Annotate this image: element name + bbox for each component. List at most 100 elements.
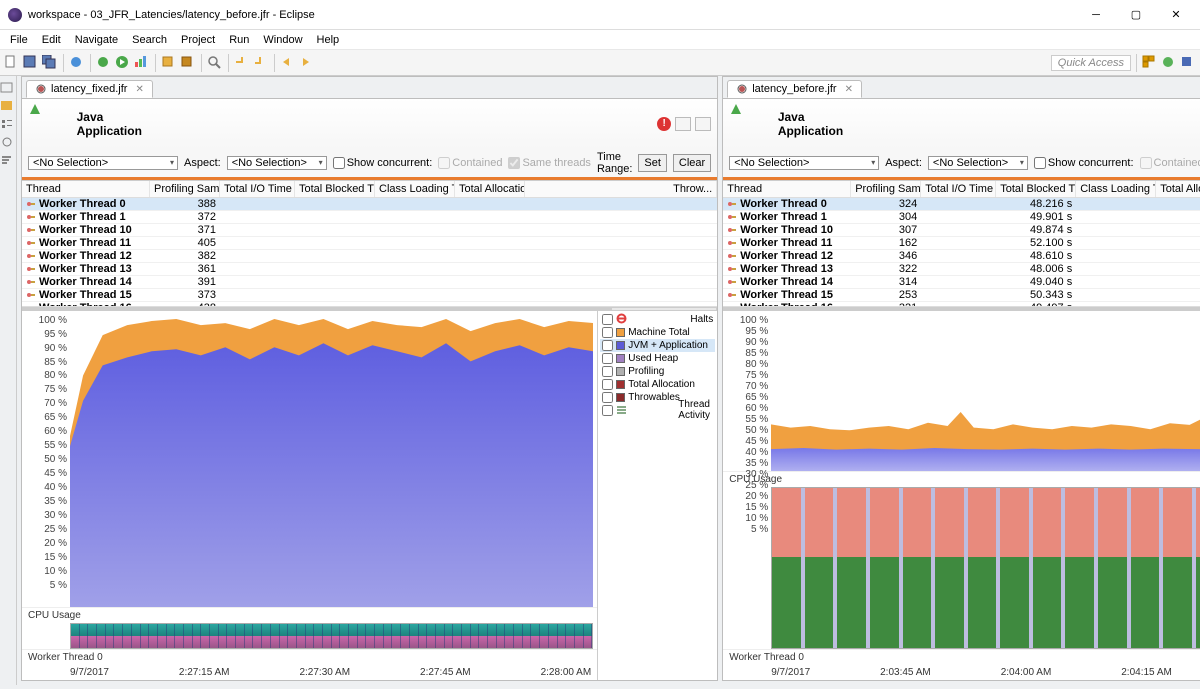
table-row[interactable]: Worker Thread 12382 [22, 250, 717, 263]
clear-button[interactable]: Clear [673, 154, 711, 172]
restore-icon[interactable] [0, 82, 16, 96]
table-row[interactable]: Worker Thread 0388 [22, 198, 717, 211]
col-thread[interactable]: Thread [723, 181, 851, 197]
table-row[interactable]: Worker Thread 1372 [22, 211, 717, 224]
debug-icon[interactable] [96, 55, 112, 71]
window-close-button[interactable]: ✕ [1156, 1, 1196, 29]
table-row[interactable]: Worker Thread 15373 [22, 289, 717, 302]
table-row[interactable]: Worker Thread 130449.901 s [723, 211, 1200, 224]
cpu-chart[interactable] [771, 311, 1200, 471]
profiling-cell: 361 [150, 263, 220, 275]
col-alloc[interactable]: Total Allocation [1156, 181, 1200, 197]
table-row[interactable]: Worker Thread 032448.216 s [723, 198, 1200, 211]
table-row[interactable]: Worker Thread 1632149.497 s [723, 302, 1200, 306]
legend-item[interactable]: JVM + Application [600, 339, 715, 352]
mission-control-perspective-icon[interactable] [1161, 55, 1177, 71]
back-icon[interactable] [280, 55, 296, 71]
thread-table: Thread Profiling Samples Total I/O Time … [22, 180, 717, 310]
table-row[interactable]: Worker Thread 1431449.040 s [723, 276, 1200, 289]
col-profiling[interactable]: Profiling Samples [150, 181, 220, 197]
col-throw[interactable]: Throw... [525, 181, 717, 197]
forward-icon[interactable] [299, 55, 315, 71]
legend-item[interactable]: Thread Activity [600, 404, 715, 417]
show-concurrent-checkbox[interactable]: Show concurrent: [333, 157, 433, 169]
show-concurrent-checkbox[interactable]: Show concurrent: [1034, 157, 1134, 169]
close-icon[interactable]: ✕ [135, 84, 143, 95]
thread-activity-strip[interactable] [771, 487, 1200, 649]
run-icon[interactable] [115, 55, 131, 71]
java-perspective-icon[interactable] [1180, 55, 1196, 71]
skip-breakpoints-icon[interactable] [69, 55, 85, 71]
menu-file[interactable]: File [4, 33, 34, 47]
save-icon[interactable] [23, 55, 39, 71]
same-threads-checkbox[interactable]: Same threads [508, 157, 590, 169]
search-icon[interactable] [207, 55, 223, 71]
cpu-chart[interactable] [70, 311, 597, 607]
table-row[interactable]: Worker Thread 1030749.874 s [723, 224, 1200, 237]
window-maximize-button[interactable]: ▢ [1116, 1, 1156, 29]
table-row[interactable]: Worker Thread 10371 [22, 224, 717, 237]
aspect-dropdown[interactable]: <No Selection> [928, 156, 1028, 170]
table-row[interactable]: Worker Thread 11405 [22, 237, 717, 250]
table-hscrollbar[interactable] [723, 306, 1200, 310]
legend-item[interactable]: Machine Total [600, 326, 715, 339]
col-classload[interactable]: Class Loading Time [375, 181, 455, 197]
col-io[interactable]: Total I/O Time [921, 181, 996, 197]
selection-dropdown[interactable]: <No Selection> [28, 156, 178, 170]
window-minimize-button[interactable]: ─ [1076, 1, 1116, 29]
col-alloc[interactable]: Total Allocation [455, 181, 525, 197]
contained-checkbox[interactable]: Contained [1140, 157, 1200, 169]
thread-icon [727, 264, 737, 274]
col-thread[interactable]: Thread [22, 181, 150, 197]
menu-run[interactable]: Run [223, 33, 255, 47]
table-row[interactable]: Worker Thread 13361 [22, 263, 717, 276]
tile-vertical-icon[interactable] [695, 117, 711, 131]
selection-dropdown[interactable]: <No Selection> [729, 156, 879, 170]
properties-view-icon[interactable] [0, 118, 16, 132]
table-row[interactable]: Worker Thread 1525350.343 s [723, 289, 1200, 302]
close-icon[interactable]: ✕ [845, 84, 853, 95]
coverage-icon[interactable] [134, 55, 150, 71]
menu-navigate[interactable]: Navigate [69, 33, 124, 47]
col-classload[interactable]: Class Loading Time [1076, 181, 1156, 197]
thread-activity-strip[interactable] [70, 623, 593, 649]
col-blocked[interactable]: Total Blocked Time [996, 181, 1076, 197]
tile-horizontal-icon[interactable] [675, 117, 691, 131]
legend-item[interactable]: Halts [600, 313, 715, 326]
col-profiling[interactable]: Profiling Samples [851, 181, 921, 197]
step-icon[interactable] [234, 55, 250, 71]
contained-checkbox[interactable]: Contained [438, 157, 502, 169]
legend-item[interactable]: Profiling [600, 365, 715, 378]
new-java-icon[interactable] [161, 55, 177, 71]
menu-help[interactable]: Help [311, 33, 346, 47]
set-button[interactable]: Set [638, 154, 667, 172]
legend-label: Total Allocation [628, 379, 695, 390]
stacktrace-view-icon[interactable] [0, 154, 16, 168]
error-badge-icon[interactable]: ! [657, 117, 671, 131]
outline-view-icon[interactable] [0, 100, 16, 114]
open-perspective-icon[interactable] [1142, 55, 1158, 71]
editor-tab-latency-fixed[interactable]: latency_fixed.jfr ✕ [26, 80, 153, 98]
col-io[interactable]: Total I/O Time [220, 181, 295, 197]
save-all-icon[interactable] [42, 55, 58, 71]
table-row[interactable]: Worker Thread 1332248.006 s [723, 263, 1200, 276]
table-row[interactable]: Worker Thread 14391 [22, 276, 717, 289]
menu-search[interactable]: Search [126, 33, 173, 47]
legend-item[interactable]: Total Allocation [600, 378, 715, 391]
menu-edit[interactable]: Edit [36, 33, 67, 47]
col-blocked[interactable]: Total Blocked Time [295, 181, 375, 197]
step-into-icon[interactable] [253, 55, 269, 71]
table-hscrollbar[interactable] [22, 306, 717, 310]
results-view-icon[interactable] [0, 136, 16, 150]
table-row[interactable]: Worker Thread 1234648.610 s [723, 250, 1200, 263]
aspect-dropdown[interactable]: <No Selection> [227, 156, 327, 170]
menu-project[interactable]: Project [175, 33, 221, 47]
menu-window[interactable]: Window [257, 33, 308, 47]
editor-tab-latency-before[interactable]: latency_before.jfr ✕ [727, 80, 862, 98]
new-icon[interactable] [4, 55, 20, 71]
quick-access-input[interactable]: Quick Access [1051, 55, 1131, 71]
table-row[interactable]: Worker Thread 16438 [22, 302, 717, 306]
legend-item[interactable]: Used Heap [600, 352, 715, 365]
new-package-icon[interactable] [180, 55, 196, 71]
table-row[interactable]: Worker Thread 1116252.100 s [723, 237, 1200, 250]
